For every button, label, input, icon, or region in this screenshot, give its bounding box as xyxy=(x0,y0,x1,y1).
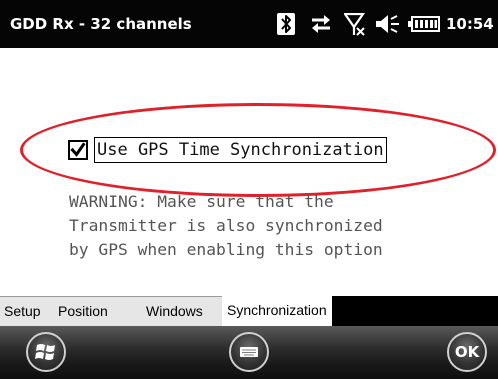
tab-position[interactable]: Position xyxy=(58,296,108,326)
checkmark-icon xyxy=(70,142,86,157)
title-bar: GDD Rx - 32 channels 10:54 xyxy=(0,0,498,48)
battery-icon xyxy=(408,16,440,32)
tab-windows[interactable]: Windows xyxy=(146,296,203,326)
synchronization-panel: Use GPS Time Synchronization WARNING: Ma… xyxy=(0,48,498,296)
gps-time-sync-option[interactable]: Use GPS Time Synchronization xyxy=(68,137,387,163)
ok-button[interactable]: OK xyxy=(447,332,487,372)
warning-line: WARNING: Make sure that the xyxy=(69,192,334,211)
ok-button-label: OK xyxy=(454,343,480,361)
keyboard-icon xyxy=(240,347,258,357)
volume-icon xyxy=(376,15,399,33)
gps-time-sync-label[interactable]: Use GPS Time Synchronization xyxy=(94,137,387,163)
bluetooth-icon xyxy=(277,13,295,35)
clock: 10:54 xyxy=(446,15,494,33)
gps-time-sync-checkbox[interactable] xyxy=(68,140,88,160)
screen: GDD Rx - 32 channels 10:54 Use GPS Time … xyxy=(0,0,498,379)
start-button[interactable] xyxy=(26,332,66,372)
keyboard-button[interactable] xyxy=(229,332,269,372)
warning-line: by GPS when enabling this option xyxy=(69,240,383,259)
warning-text: WARNING: Make sure that the Transmitter i… xyxy=(69,190,489,262)
softkey-bar: OK xyxy=(0,326,498,379)
app-title: GDD Rx - 32 channels xyxy=(10,15,192,33)
windows-start-icon xyxy=(35,344,55,360)
tab-synchronization[interactable]: Synchronization xyxy=(222,295,332,326)
tab-setup[interactable]: Setup xyxy=(4,296,41,326)
tab-strip: Setup Position Windows Synchronization xyxy=(0,295,498,326)
status-icons[interactable]: 10:54 xyxy=(276,0,498,48)
warning-line: Transmitter is also synchronized xyxy=(69,216,383,235)
data-transfer-icon xyxy=(312,15,330,33)
signal-off-icon xyxy=(344,13,366,36)
